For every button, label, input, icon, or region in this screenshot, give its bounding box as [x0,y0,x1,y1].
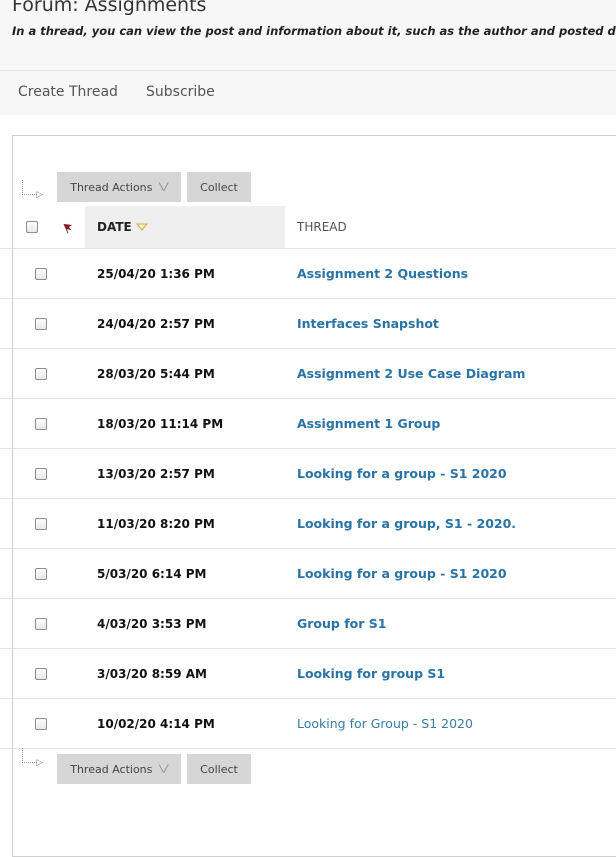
table-row: 13/03/20 2:57 PM Looking for a group - S… [0,448,616,499]
thread-actions-button-bottom[interactable]: Thread Actions ⋁ [57,754,181,784]
table-row: 25/04/20 1:36 PM Assignment 2 Questions [0,248,616,299]
thread-link[interactable]: Looking for a group - S1 2020 [297,466,507,481]
double-chevron-down-icon: ⋁ [158,181,170,192]
table-row: 18/03/20 11:14 PM Assignment 1 Group [0,398,616,449]
table-bottom-divider [0,748,616,749]
thread-date: 10/02/20 4:14 PM [97,717,215,731]
thread-column-header[interactable]: THREAD [297,220,347,234]
row-checkbox[interactable] [35,568,47,580]
thread-actions-label: Thread Actions [70,762,153,776]
row-checkbox[interactable] [35,518,47,530]
row-checkbox[interactable] [35,718,47,730]
collect-label: Collect [200,762,238,776]
page-description: In a thread, you can view the post and i… [12,24,616,38]
flag-icon[interactable] [62,222,74,234]
table-row: 24/04/20 2:57 PM Interfaces Snapshot [0,298,616,349]
thread-date: 4/03/20 3:53 PM [97,617,207,631]
table-row: 11/03/20 8:20 PM Looking for a group, S1… [0,498,616,549]
table-row: 10/02/20 4:14 PM Looking for Group - S1 … [0,698,616,749]
table-row: 3/03/20 8:59 AM Looking for group S1 [0,648,616,699]
thread-link[interactable]: Looking for a group, S1 - 2020. [297,516,516,531]
row-checkbox[interactable] [35,618,47,630]
subscribe-button[interactable]: Subscribe [146,84,215,100]
page-title: Forum: Assignments [12,0,207,16]
create-thread-button[interactable]: Create Thread [18,84,118,100]
thread-date: 28/03/20 5:44 PM [97,367,215,381]
thread-link[interactable]: Interfaces Snapshot [297,316,439,331]
thread-date: 5/03/20 6:14 PM [97,567,207,581]
date-column-header[interactable]: DATE [97,220,132,234]
thread-link[interactable]: Looking for group S1 [297,666,445,681]
row-checkbox[interactable] [35,318,47,330]
row-checkbox[interactable] [35,668,47,680]
toolbar-elbow-icon: ▷ [22,180,43,199]
collect-label: Collect [200,180,238,194]
toolbar-elbow-icon: ▷ [22,748,43,767]
table-row: 5/03/20 6:14 PM Looking for a group - S1… [0,548,616,599]
thread-link[interactable]: Assignment 2 Use Case Diagram [297,366,525,381]
action-bar: Create Thread Subscribe [0,70,616,115]
select-all-checkbox[interactable] [26,221,38,233]
thread-actions-label: Thread Actions [70,180,153,194]
thread-actions-button[interactable]: Thread Actions ⋁ [57,172,181,202]
thread-date: 25/04/20 1:36 PM [97,267,215,281]
table-row: 28/03/20 5:44 PM Assignment 2 Use Case D… [0,348,616,399]
double-chevron-down-icon: ⋁ [158,763,170,774]
thread-link[interactable]: Looking for Group - S1 2020 [297,716,473,731]
row-checkbox[interactable] [35,368,47,380]
thread-date: 3/03/20 8:59 AM [97,667,207,681]
table-row: 4/03/20 3:53 PM Group for S1 [0,598,616,649]
collect-button-bottom[interactable]: Collect [187,754,251,784]
thread-date: 13/03/20 2:57 PM [97,467,215,481]
thread-link[interactable]: Assignment 2 Questions [297,266,468,281]
row-checkbox[interactable] [35,268,47,280]
thread-date: 24/04/20 2:57 PM [97,317,215,331]
thread-link[interactable]: Group for S1 [297,616,386,631]
collect-button[interactable]: Collect [187,172,251,202]
thread-link[interactable]: Looking for a group - S1 2020 [297,566,507,581]
row-checkbox[interactable] [35,468,47,480]
row-checkbox[interactable] [35,418,47,430]
thread-date: 11/03/20 8:20 PM [97,517,215,531]
thread-date: 18/03/20 11:14 PM [97,417,224,431]
sort-descending-icon[interactable] [136,223,148,231]
page-header: Forum: Assignments In a thread, you can … [0,0,616,70]
thread-link[interactable]: Assignment 1 Group [297,416,440,431]
